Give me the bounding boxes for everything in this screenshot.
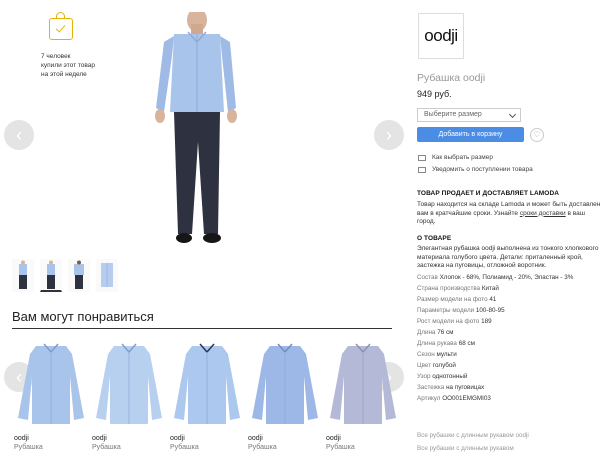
recommendation-brand: oodji	[170, 435, 185, 442]
recommendations-divider	[12, 328, 392, 329]
recommendation-category: Рубашка	[326, 444, 355, 451]
purchases-line2: купили этот товар	[41, 62, 96, 69]
recommendations-list: oodji Рубашка oodji Рубашка oodji Рубашк…	[12, 340, 402, 451]
attribute-row: Артикул OO001EMGMI03	[417, 395, 491, 402]
notify-label: Уведомить о поступлении товара	[432, 166, 533, 173]
shirt-image	[330, 343, 396, 424]
size-select[interactable]: Выберите размер	[417, 108, 521, 122]
ruler-icon	[418, 154, 426, 161]
product-attributes: Состав Хлопок - 68%, Полиамид - 20%, Эла…	[417, 272, 573, 404]
purchases-count: 7 человек	[41, 53, 71, 60]
attribute-row: Размер модели на фото 41	[417, 296, 497, 303]
thumbnail-1[interactable]	[12, 259, 34, 292]
attribute-row: Состав Хлопок - 68%, Полиамид - 20%, Эла…	[417, 274, 574, 281]
thumbnail-2[interactable]	[40, 259, 62, 292]
product-description: Элегантная рубашка oodji выполнена из то…	[417, 245, 599, 269]
model-photo-svg	[155, 8, 237, 243]
shirt-image	[96, 343, 162, 424]
chevron-left-icon: ‹	[16, 125, 22, 145]
thumbnail-strip	[12, 259, 118, 295]
gallery-prev-button[interactable]: ‹	[4, 120, 34, 150]
attribute-row: Цвет голубой	[417, 362, 456, 369]
recommendation-brand: oodji	[248, 435, 263, 442]
attribute-row: Длина рукава 68 см	[417, 340, 475, 347]
recommendation-brand: oodji	[92, 435, 107, 442]
recommendation-category: Рубашка	[92, 444, 121, 451]
attribute-row: Узор однотонный	[417, 373, 468, 380]
shirt-image	[174, 343, 240, 424]
brand-logo[interactable]: oodji	[418, 13, 464, 59]
attribute-row: Страна производства Китай	[417, 285, 499, 292]
seller-section-title: ТОВАР ПРОДАЕТ И ДОСТАВЛЯЕТ LAMODA	[417, 190, 560, 197]
recommendation-item[interactable]: oodji Рубашка	[168, 340, 246, 451]
shopping-bag-icon	[49, 12, 73, 40]
attribute-row: Параметры модели 100-80-95	[417, 307, 505, 314]
recommendation-category: Рубашка	[248, 444, 277, 451]
recommendation-item[interactable]: oodji Рубашка	[90, 340, 168, 451]
attribute-row: Рост модели на фото 189	[417, 318, 492, 325]
gallery-next-button[interactable]: ›	[374, 120, 404, 150]
purchases-line3: на этой неделе	[41, 71, 87, 78]
recommendation-item[interactable]: oodji Рубашка	[246, 340, 324, 451]
recommendations-title: Вам могут понравиться	[12, 309, 154, 324]
purchases-notice: 7 человек купили этот товар на этой неде…	[41, 52, 121, 79]
about-section-title: О ТОВАРЕ	[417, 235, 452, 242]
recommendation-item[interactable]: oodji Рубашка	[324, 340, 402, 451]
category-brand-link[interactable]: Все рубашки с длинным рукавом oodji	[417, 432, 529, 439]
recommendation-item[interactable]: oodji Рубашка	[12, 340, 90, 451]
thumbnail-4[interactable]	[96, 259, 118, 292]
main-product-photo[interactable]	[120, 8, 372, 257]
size-guide-label: Как выбрать размер	[432, 154, 493, 161]
product-title: Рубашка oodji	[417, 72, 486, 84]
recommendation-brand: oodji	[326, 435, 341, 442]
thumbnail-3[interactable]	[68, 259, 90, 292]
seller-text: Товар находится на складе Lamoda и может…	[417, 201, 602, 227]
recommendation-category: Рубашка	[14, 444, 43, 451]
attribute-row: Сезон мульти	[417, 351, 457, 358]
mail-icon	[418, 166, 426, 173]
recommendation-brand: oodji	[14, 435, 29, 442]
favorite-heart-button[interactable]: ♡	[530, 128, 544, 142]
attribute-row: Застежка на пуговицах	[417, 384, 485, 391]
delivery-times-link[interactable]: сроки доставки	[520, 210, 566, 217]
notify-link[interactable]: Уведомить о поступлении товара	[418, 166, 533, 173]
chevron-right-icon: ›	[386, 125, 392, 145]
size-guide-link[interactable]: Как выбрать размер	[418, 154, 493, 161]
shirt-image	[18, 343, 84, 424]
attribute-row: Длина 76 см	[417, 329, 454, 336]
shirt-image	[252, 343, 318, 424]
product-price: 949 руб.	[417, 89, 452, 99]
category-link[interactable]: Все рубашки с длинным рукавом	[417, 445, 514, 452]
add-to-cart-button[interactable]: Добавить в корзину	[417, 127, 524, 142]
recommendation-category: Рубашка	[170, 444, 199, 451]
